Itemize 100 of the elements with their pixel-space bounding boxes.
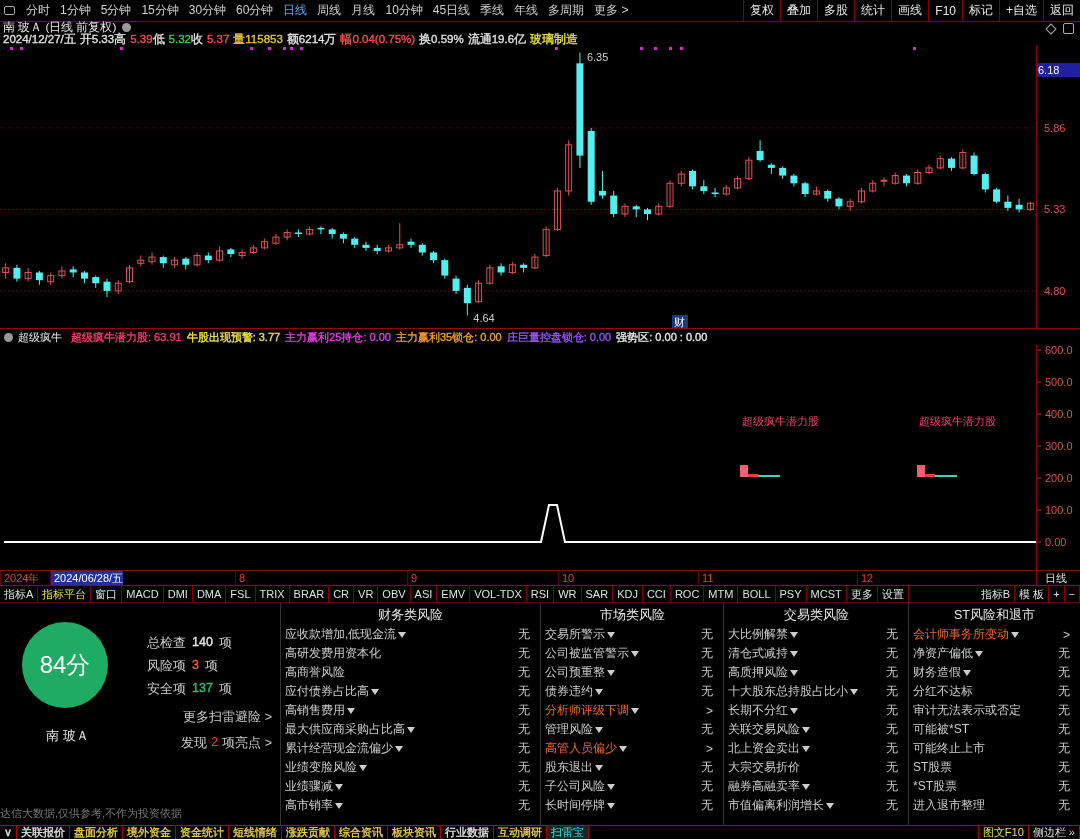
bottom-tab[interactable]: 行业数据	[441, 826, 495, 839]
risk-item-label[interactable]: 公司被监管警示	[545, 645, 629, 662]
dropdown-icon[interactable]	[595, 764, 603, 771]
dropdown-icon[interactable]	[631, 707, 639, 714]
risk-item-label[interactable]: ST股票	[913, 759, 953, 776]
risk-result: 无	[886, 740, 899, 757]
dropdown-icon[interactable]	[802, 745, 810, 752]
bottom-tab[interactable]: 板块资讯	[388, 826, 442, 839]
risk-item-label[interactable]: 大比例解禁	[728, 626, 788, 643]
risk-item-label[interactable]: 子公司风险	[545, 778, 605, 795]
bottom-tab[interactable]: 综合资讯	[335, 826, 389, 839]
bottom-tab[interactable]: 图文F10	[977, 826, 1029, 839]
dropdown-icon[interactable]	[975, 650, 983, 657]
dropdown-icon[interactable]	[371, 688, 379, 695]
risk-item-label[interactable]: 高管人员偏少	[545, 740, 617, 757]
risk-item-label[interactable]: 高商誉风险	[285, 664, 345, 681]
chevron-circle-icon[interactable]	[122, 23, 132, 33]
risk-item-label[interactable]: 高市销率	[285, 797, 333, 814]
risk-item-label[interactable]: 管理风险	[545, 721, 593, 738]
risk-item-label[interactable]: 净资产偏低	[913, 645, 973, 662]
dropdown-icon[interactable]	[802, 726, 810, 733]
period-tab[interactable]: 30分钟	[183, 2, 232, 19]
risk-item-label[interactable]: 市值偏离利润增长	[728, 797, 824, 814]
dropdown-icon[interactable]	[607, 669, 615, 676]
dropdown-icon[interactable]	[398, 631, 407, 638]
risk-item-label[interactable]: 债券违约	[545, 683, 593, 700]
bottom-tab[interactable]: 关联报价	[17, 826, 71, 839]
dropdown-icon[interactable]	[619, 745, 627, 752]
risk-item-label[interactable]: 交易所警示	[545, 626, 605, 643]
panel-icon[interactable]	[1063, 23, 1074, 34]
panel-toggle-icon[interactable]	[4, 6, 15, 15]
period-tab[interactable]: 5分钟	[95, 2, 137, 19]
risk-item-label[interactable]: 可能终止上市	[913, 740, 985, 757]
risk-item-label[interactable]: 大宗交易折价	[728, 759, 800, 776]
dropdown-icon[interactable]	[595, 688, 603, 695]
risk-item-label[interactable]: 十大股东总持股占比小	[728, 683, 848, 700]
risk-item-label[interactable]: 公司预重整	[545, 664, 605, 681]
dropdown-icon[interactable]	[1011, 631, 1019, 638]
period-tab[interactable]: 月线	[346, 2, 381, 19]
risk-item-label[interactable]: 应付债券占比高	[285, 683, 369, 700]
bottom-tab[interactable]: 境外资金	[123, 826, 177, 839]
highlights-link[interactable]: 发现 2 项亮点 >	[181, 735, 272, 752]
period-tab[interactable]: 60分钟	[231, 2, 279, 19]
bottom-tab[interactable]: 扫雷宝	[547, 826, 590, 839]
period-tab[interactable]: 年线	[509, 2, 544, 19]
dropdown-icon[interactable]	[790, 631, 798, 638]
dropdown-icon[interactable]	[407, 726, 415, 733]
dropdown-icon[interactable]	[595, 726, 603, 733]
period-tab[interactable]: 多周期	[543, 2, 590, 19]
risk-item-label[interactable]: 业绩变脸风险	[285, 759, 357, 776]
risk-item-label[interactable]: 累计经营现金流偏少	[285, 740, 393, 757]
risk-item-label[interactable]: 融券高融卖率	[728, 778, 800, 795]
risk-item-label[interactable]: 业绩骤减	[285, 778, 333, 795]
dropdown-icon[interactable]	[395, 745, 403, 752]
dropdown-icon[interactable]	[607, 631, 615, 638]
risk-item-label[interactable]: 长期不分红	[728, 702, 788, 719]
dropdown-icon[interactable]	[335, 783, 343, 790]
period-tab[interactable]: 分时	[21, 2, 55, 19]
period-tab[interactable]: 1分钟	[55, 2, 96, 19]
risk-item-label[interactable]: 清仓式减持	[728, 645, 788, 662]
risk-item-label[interactable]: 股东退出	[545, 759, 593, 776]
dropdown-icon[interactable]	[802, 783, 810, 790]
risk-item-label[interactable]: 应收款增加,低现金流	[285, 626, 397, 643]
dropdown-icon[interactable]	[790, 650, 798, 657]
dropdown-icon[interactable]	[631, 650, 639, 657]
period-tab[interactable]: 更多 >	[589, 2, 634, 19]
dropdown-icon[interactable]	[963, 669, 971, 676]
risk-item-label[interactable]: 分析师评级下调	[545, 702, 629, 719]
dropdown-icon[interactable]	[359, 764, 367, 771]
dropdown-icon[interactable]	[790, 707, 798, 714]
risk-item-label[interactable]: *ST股票	[913, 778, 957, 795]
risk-item-label[interactable]: 长时间停牌	[545, 797, 605, 814]
risk-item-label[interactable]: 关联交易风险	[728, 721, 800, 738]
risk-item-label[interactable]: 进入退市整理	[913, 797, 985, 814]
risk-item-label[interactable]: 财务造假	[913, 664, 961, 681]
collapse-icon[interactable]	[4, 332, 13, 342]
dropdown-icon[interactable]	[826, 802, 834, 809]
dropdown-icon[interactable]	[347, 707, 355, 714]
period-tab[interactable]: 周线	[312, 2, 347, 19]
dropdown-icon[interactable]	[607, 802, 615, 809]
risk-item-label[interactable]: 审计无法表示或否定	[913, 702, 1021, 719]
dropdown-icon[interactable]	[335, 802, 343, 809]
risk-item-label[interactable]: 高销售费用	[285, 702, 345, 719]
dropdown-icon[interactable]	[790, 669, 798, 676]
dropdown-icon[interactable]	[607, 783, 615, 790]
risk-item-label[interactable]: 会计师事务所变动	[913, 626, 1009, 643]
risk-item-label[interactable]: 高质押风险	[728, 664, 788, 681]
period-tab[interactable]: 10分钟	[380, 2, 428, 19]
risk-item-label[interactable]: 可能被*ST	[913, 721, 969, 738]
risk-result: >	[706, 741, 714, 756]
risk-item-label[interactable]: 分红不达标	[913, 683, 973, 700]
period-tab[interactable]: 45日线	[427, 2, 476, 19]
period-tab[interactable]: 日线	[278, 2, 313, 19]
risk-item-label[interactable]: 最大供应商采购占比高	[285, 721, 405, 738]
more-scan-link[interactable]: 更多扫雷避险 >	[183, 709, 272, 726]
dropdown-icon[interactable]	[850, 688, 858, 695]
risk-item-label[interactable]: 高研发费用资本化	[285, 645, 381, 662]
period-tab[interactable]: 15分钟	[136, 2, 184, 19]
period-tab[interactable]: 季线	[475, 2, 510, 19]
risk-item-label[interactable]: 北上资金卖出	[728, 740, 800, 757]
